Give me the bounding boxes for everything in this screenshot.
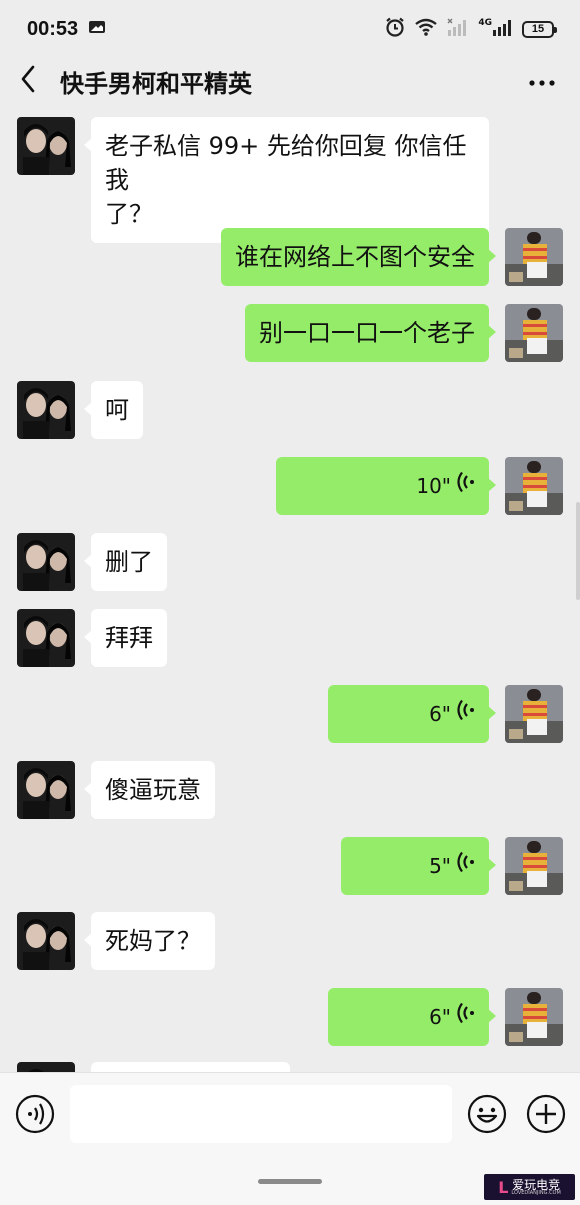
signal-sim1-icon (446, 17, 470, 41)
voice-message-bubble[interactable]: 6" (328, 685, 496, 743)
voice-duration: 10" (416, 474, 451, 498)
status-right: 4G 15 (384, 16, 557, 42)
message-row: 傻逼玩意 (0, 761, 580, 819)
my-avatar[interactable] (505, 228, 563, 286)
contact-avatar[interactable] (17, 609, 75, 667)
signal-sim2-icon (492, 17, 514, 41)
my-avatar[interactable] (505, 685, 563, 743)
message-text: 拜拜 (105, 624, 153, 652)
message-row: 6" (0, 685, 580, 743)
battery-level: 15 (531, 23, 545, 35)
voice-message-bubble[interactable]: 6" (328, 988, 496, 1046)
voice-message: 6" (342, 697, 475, 731)
status-time: 00:53 (27, 17, 79, 40)
message-bubble[interactable]: 呵 (84, 381, 143, 439)
chat-header: 快手男柯和平精英 (0, 58, 580, 104)
voice-message: 6" (342, 1000, 475, 1034)
message-bubble[interactable]: 别一口一口一个老子 (245, 304, 496, 362)
message-row: 死妈了？ (0, 912, 580, 970)
message-text: 删了 (105, 548, 153, 576)
contact-avatar[interactable] (17, 761, 75, 819)
voice-wave-icon (457, 469, 475, 503)
contact-avatar[interactable] (17, 381, 75, 439)
voice-duration: 6" (429, 1005, 451, 1029)
message-row: 呵 (0, 381, 580, 439)
voice-message-bubble[interactable]: 5" (341, 837, 496, 895)
message-bubble[interactable] (91, 1062, 290, 1072)
voice-input-icon (15, 1094, 55, 1138)
message-row: 6" (0, 988, 580, 1046)
message-row: 10" (0, 457, 580, 515)
message-text: 死妈了？ (105, 927, 201, 955)
message-text-line1: 老子私信 99+ 先给你回复 你信任我 (105, 132, 467, 194)
voice-message: 5" (355, 849, 475, 883)
status-left: 00:53 (27, 18, 106, 41)
message-input[interactable] (70, 1085, 452, 1143)
message-text: 别一口一口一个老子 (259, 319, 475, 347)
alarm-icon (384, 16, 406, 42)
battery-indicator: 15 (522, 20, 557, 38)
chat-title: 快手男柯和平精英 (60, 69, 252, 98)
emoji-button[interactable] (467, 1094, 507, 1134)
watermark-subtext: LOVEDIANJING.COM (511, 1189, 561, 1196)
message-row: 5" (0, 837, 580, 895)
message-row: 谁在网络上不图个安全 (0, 228, 580, 286)
voice-message: 10" (290, 469, 475, 503)
watermark-logo-mark: L (498, 1177, 509, 1197)
message-text: 傻逼玩意 (105, 776, 201, 804)
my-avatar[interactable] (505, 457, 563, 515)
plus-icon (526, 1094, 566, 1138)
message-bubble[interactable]: 死妈了？ (84, 912, 215, 970)
message-bubble[interactable]: 删了 (84, 533, 167, 591)
contact-avatar[interactable] (17, 912, 75, 970)
more-dots-icon (528, 72, 556, 91)
more-functions-button[interactable] (526, 1094, 566, 1134)
my-avatar[interactable] (505, 988, 563, 1046)
watermark-text: 爱玩电竞 (512, 1177, 561, 1192)
message-row: 别一口一口一个老子 (0, 304, 580, 362)
message-text: 谁在网络上不图个安全 (235, 243, 475, 271)
message-row-partial (0, 1062, 580, 1072)
wifi-icon (414, 17, 438, 41)
more-button[interactable] (522, 58, 562, 104)
message-bubble[interactable]: 老子私信 99+ 先给你回复 你信任我 了？ (84, 117, 489, 243)
message-bubble[interactable]: 拜拜 (84, 609, 167, 667)
message-text: 呵 (105, 396, 129, 424)
my-avatar[interactable] (505, 837, 563, 895)
contact-avatar[interactable] (17, 1062, 75, 1072)
scrollbar[interactable] (576, 502, 580, 600)
network-type: 4G (478, 18, 492, 28)
message-notification-icon (88, 19, 106, 39)
message-list[interactable]: 老子私信 99+ 先给你回复 你信任我 了？ 谁在网络上不图个安全 别一口一口一… (0, 104, 580, 1072)
contact-avatar[interactable] (17, 533, 75, 591)
message-row: 拜拜 (0, 609, 580, 667)
message-row: 老子私信 99+ 先给你回复 你信任我 了？ (0, 117, 580, 243)
message-bubble[interactable]: 傻逼玩意 (84, 761, 215, 819)
voice-wave-icon (457, 697, 475, 731)
my-avatar[interactable] (505, 304, 563, 362)
voice-input-button[interactable] (15, 1094, 55, 1134)
status-bar: 00:53 4G 15 (0, 0, 580, 58)
voice-duration: 6" (429, 702, 451, 726)
watermark-logo: L 爱玩电竞 LOVEDIANJING.COM (484, 1174, 575, 1200)
emoji-icon (467, 1094, 507, 1138)
message-text-line2: 了？ (105, 200, 153, 228)
back-button[interactable] (0, 58, 56, 104)
home-indicator[interactable] (258, 1179, 322, 1184)
contact-avatar[interactable] (17, 117, 75, 175)
voice-duration: 5" (429, 854, 451, 878)
voice-wave-icon (457, 849, 475, 883)
voice-wave-icon (457, 1000, 475, 1034)
chevron-left-icon (20, 65, 36, 97)
message-row: 删了 (0, 533, 580, 591)
voice-message-bubble[interactable]: 10" (276, 457, 496, 515)
message-bubble[interactable]: 谁在网络上不图个安全 (221, 228, 496, 286)
